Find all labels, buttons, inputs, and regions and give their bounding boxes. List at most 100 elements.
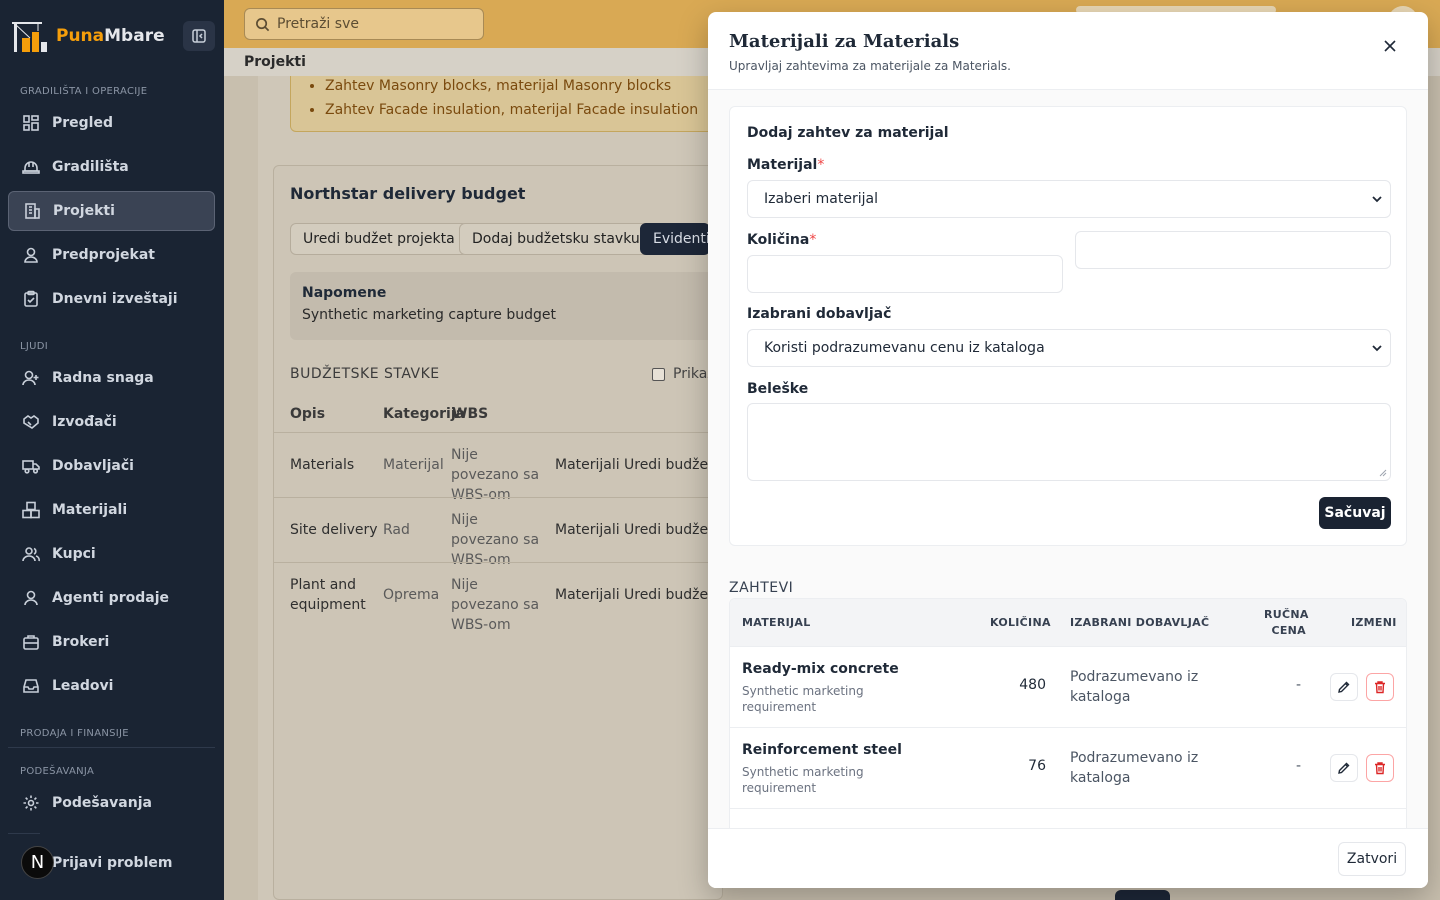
record-button[interactable]: Evidentir bbox=[640, 223, 710, 255]
supplier-label: Izabrani dobavljač bbox=[747, 306, 892, 322]
crane-logo-icon bbox=[12, 22, 47, 52]
sidebar-item-dobavljaci[interactable]: Dobavljači bbox=[8, 446, 215, 486]
inbox-icon bbox=[23, 679, 39, 693]
row-divider bbox=[274, 432, 722, 433]
report-problem-link[interactable]: Prijavi problem bbox=[52, 855, 172, 871]
requests-table: MATERIJAL KOLIČINA IZABRANI DOBAVLJAČ RU… bbox=[729, 598, 1407, 828]
sidebar-item-podesavanja[interactable]: Podešavanja bbox=[8, 783, 215, 823]
sidebar-item-radna-snaga[interactable]: Radna snaga bbox=[8, 358, 215, 398]
sidebar-item-materijali[interactable]: Materijali bbox=[8, 490, 215, 530]
pencil-icon bbox=[1338, 681, 1350, 693]
notes-textarea[interactable] bbox=[747, 403, 1391, 481]
table-row: Ready-mix concrete Synthetic marketing r… bbox=[730, 647, 1406, 728]
row-kategorija: Oprema bbox=[383, 587, 440, 603]
sidebar-collapse-button[interactable] bbox=[183, 21, 215, 51]
row-opis: Materials bbox=[290, 457, 355, 473]
sidebar-item-label: Gradilišta bbox=[52, 159, 129, 175]
building-icon bbox=[25, 203, 40, 219]
show-checkbox[interactable]: Prikaz bbox=[652, 366, 715, 382]
search-icon bbox=[256, 17, 270, 31]
user-plus-icon bbox=[22, 370, 39, 386]
sidebar-item-label: Dnevni izveštaji bbox=[52, 291, 178, 307]
close-footer-button[interactable]: Zatvori bbox=[1338, 842, 1406, 876]
close-button[interactable] bbox=[1380, 36, 1400, 56]
edit-request-button[interactable] bbox=[1330, 673, 1358, 701]
row-edit-link[interactable]: Uredi budžets bbox=[624, 455, 708, 475]
row-divider bbox=[274, 562, 722, 563]
dashboard-icon bbox=[23, 115, 39, 131]
request-description: Synthetic marketing requirement bbox=[742, 684, 864, 714]
supplier-select[interactable]: Koristi podrazumevanu cenu iz kataloga bbox=[747, 329, 1391, 367]
column-header-supplier: IZABRANI DOBAVLJAČ bbox=[1070, 616, 1210, 629]
checkbox[interactable] bbox=[652, 367, 665, 381]
pencil-icon bbox=[1338, 762, 1350, 774]
boxes-icon bbox=[22, 501, 40, 519]
modal-header: Materijali za Materials Upravljaj zahtev… bbox=[708, 12, 1428, 90]
close-icon bbox=[1384, 40, 1396, 52]
avatar[interactable]: N bbox=[21, 846, 54, 879]
sidebar-item-leadovi[interactable]: Leadovi bbox=[8, 666, 215, 706]
edit-request-button[interactable] bbox=[1330, 754, 1358, 782]
search-input[interactable]: Pretraži sve bbox=[244, 8, 484, 40]
sidebar-divider bbox=[8, 833, 40, 834]
quantity-label: Količina* bbox=[747, 232, 817, 248]
delete-request-button[interactable] bbox=[1366, 754, 1394, 782]
chevron-down-icon bbox=[1372, 345, 1382, 352]
request-manual-price: - bbox=[1296, 758, 1302, 774]
brand-name: PunaMbare bbox=[56, 26, 165, 46]
trash-icon bbox=[1375, 762, 1385, 775]
material-select[interactable]: Izaberi materijal bbox=[747, 180, 1391, 218]
breadcrumb[interactable]: Projekti bbox=[244, 54, 306, 70]
sidebar-item-projekti[interactable]: Projekti bbox=[8, 191, 215, 231]
notes-title: Napomene bbox=[302, 285, 387, 301]
requests-label: ZAHTEVI bbox=[729, 580, 794, 596]
quantity-input[interactable] bbox=[747, 255, 1063, 293]
sidebar-item-agenti-prodaje[interactable]: Agenti prodaje bbox=[8, 578, 215, 618]
search-placeholder: Pretraži sve bbox=[277, 16, 359, 32]
sidebar-item-brokeri[interactable]: Brokeri bbox=[8, 622, 215, 662]
material-label: Materijal* bbox=[747, 157, 825, 173]
notes-box: Napomene Synthetic marketing capture bud… bbox=[290, 272, 720, 340]
row-extra: Materijali bbox=[555, 587, 620, 603]
save-button[interactable]: Sačuvaj bbox=[1319, 497, 1391, 529]
sidebar-item-izvodjaci[interactable]: Izvođači bbox=[8, 402, 215, 442]
sidebar-item-predprojekat[interactable]: Predprojekat bbox=[8, 235, 215, 275]
sidebar-item-label: Agenti prodaje bbox=[52, 590, 169, 606]
request-quantity: 76 bbox=[1028, 758, 1046, 774]
warning-item: Zahtev Masonry blocks, materijal Masonry… bbox=[325, 76, 719, 100]
add-request-form: Dodaj zahtev za materijal Materijal* Iza… bbox=[729, 106, 1407, 546]
column-header-wbs: WBS bbox=[452, 406, 489, 422]
sidebar-item-label: Leadovi bbox=[52, 678, 114, 694]
sidebar-item-dnevni-izvestaji[interactable]: Dnevni izveštaji bbox=[8, 279, 215, 319]
row-edit-link[interactable]: Uredi budžets bbox=[624, 585, 708, 605]
row-kategorija: Materijal bbox=[383, 457, 444, 473]
edit-project-budget-button[interactable]: Uredi budžet projekta bbox=[290, 223, 468, 255]
materials-modal: Materijali za Materials Upravljaj zahtev… bbox=[708, 12, 1428, 888]
delete-request-button[interactable] bbox=[1366, 673, 1394, 701]
sidebar-item-kupci[interactable]: Kupci bbox=[8, 534, 215, 574]
requests-table-header: MATERIJAL KOLIČINA IZABRANI DOBAVLJAČ RU… bbox=[730, 599, 1406, 647]
modal-footer: Zatvori bbox=[708, 828, 1428, 888]
modal-subtitle: Upravljaj zahtevima za materijale za Mat… bbox=[729, 59, 1011, 73]
sidebar-divider bbox=[8, 747, 215, 748]
column-header-edit: IZMENI bbox=[1351, 616, 1397, 629]
row-wbs: Nije povezano sa WBS-om bbox=[451, 447, 540, 503]
request-quantity: 480 bbox=[1019, 677, 1046, 693]
row-edit-link[interactable]: Uredi budžets bbox=[624, 520, 708, 540]
handshake-icon bbox=[23, 415, 39, 429]
sidebar-item-pregled[interactable]: Pregled bbox=[8, 103, 215, 143]
modal-body: Dodaj zahtev za materijal Materijal* Iza… bbox=[708, 90, 1428, 828]
warning-box: Zahtev Masonry blocks, materijal Masonry… bbox=[290, 76, 720, 132]
row-opis: Plant and equipment bbox=[290, 577, 366, 613]
supplier-select-value: Koristi podrazumevanu cenu iz kataloga bbox=[764, 340, 1045, 356]
section-label-people: LJUDI bbox=[20, 341, 48, 352]
add-budget-item-button[interactable]: Dodaj budžetsku stavku bbox=[459, 223, 653, 255]
warning-item: Zahtev Facade insulation, materijal Faca… bbox=[325, 100, 719, 124]
request-description: Synthetic marketing requirement bbox=[742, 765, 864, 795]
sidebar-toggle-icon bbox=[192, 29, 206, 43]
sidebar-item-gradilista[interactable]: Gradilišta bbox=[8, 147, 215, 187]
resize-handle-icon[interactable] bbox=[1379, 469, 1387, 477]
bottom-button[interactable] bbox=[1115, 890, 1170, 900]
unit-input[interactable] bbox=[1075, 231, 1391, 269]
material-select-value: Izaberi materijal bbox=[764, 191, 878, 207]
